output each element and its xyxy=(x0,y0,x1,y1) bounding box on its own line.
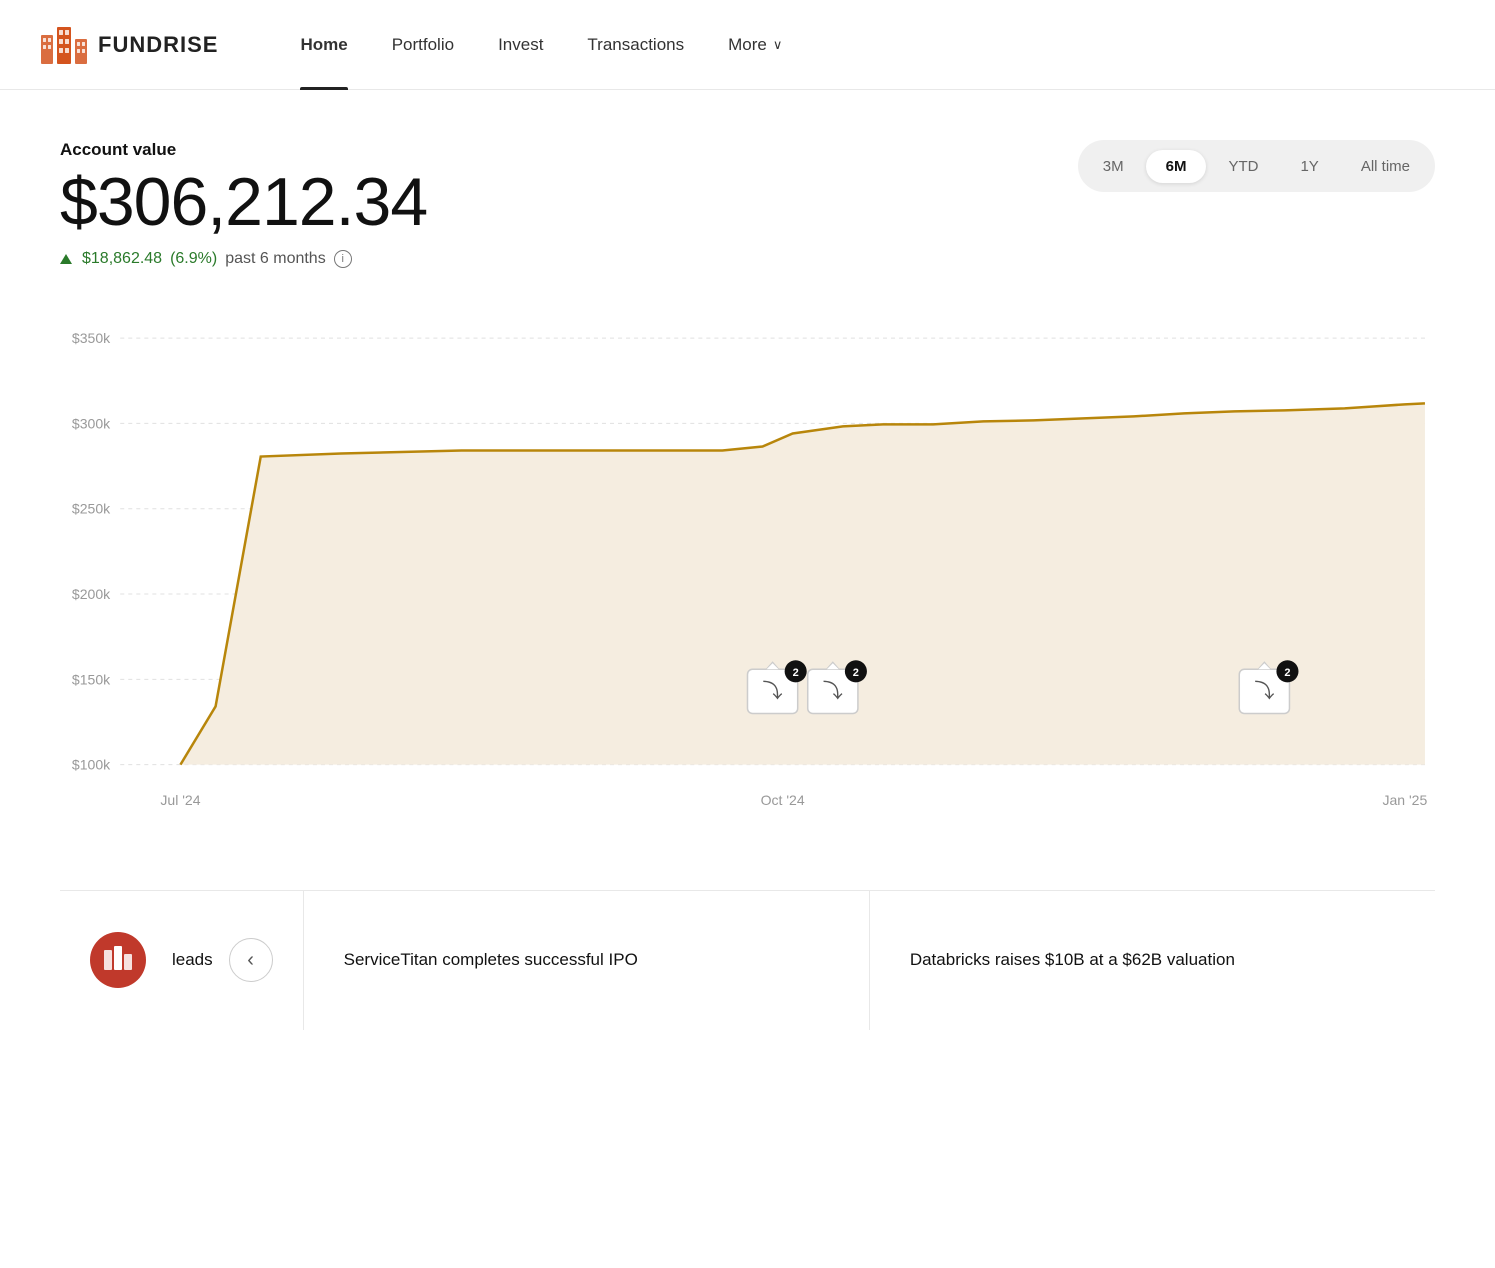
svg-text:2: 2 xyxy=(1284,667,1290,679)
navbar: FUNDRISE Home Portfolio Invest Transacti… xyxy=(0,0,1495,90)
logo-text: FUNDRISE xyxy=(98,32,218,58)
time-btn-1y[interactable]: 1Y xyxy=(1280,150,1338,183)
nav-links: Home Portfolio Invest Transactions More … xyxy=(278,0,804,90)
nav-home[interactable]: Home xyxy=(278,0,369,90)
main-content: Account value $306,212.34 $18,862.48 (6.… xyxy=(0,90,1495,1030)
account-value: $306,212.34 xyxy=(60,168,427,236)
account-header: Account value $306,212.34 $18,862.48 (6.… xyxy=(60,140,1435,268)
svg-text:Oct '24: Oct '24 xyxy=(761,792,805,808)
svg-text:$300k: $300k xyxy=(72,415,111,431)
news-item-3[interactable]: Databricks raises $10B at a $62B valuati… xyxy=(870,891,1435,1030)
logo[interactable]: FUNDRISE xyxy=(40,25,218,65)
svg-text:2: 2 xyxy=(793,667,799,679)
svg-text:$250k: $250k xyxy=(72,501,111,517)
change-pct: (6.9%) xyxy=(170,250,217,268)
account-change: $18,862.48 (6.9%) past 6 months i xyxy=(60,250,427,268)
change-period: past 6 months xyxy=(225,250,326,268)
news-prev-button[interactable]: ‹ xyxy=(229,938,273,982)
svg-text:⤵: ⤵ xyxy=(763,679,783,702)
nav-portfolio[interactable]: Portfolio xyxy=(370,0,476,90)
change-amount: $18,862.48 xyxy=(82,250,162,268)
nav-transactions[interactable]: Transactions xyxy=(565,0,706,90)
logo-icon xyxy=(40,25,88,65)
svg-text:Jan '25: Jan '25 xyxy=(1382,792,1427,808)
svg-text:$200k: $200k xyxy=(72,586,111,602)
svg-text:$100k: $100k xyxy=(72,757,111,773)
time-btn-6m[interactable]: 6M xyxy=(1146,150,1207,183)
news-item-1-text: leads xyxy=(162,948,213,972)
news-brand-icon xyxy=(102,944,134,976)
news-item-1[interactable]: leads ‹ xyxy=(60,891,304,1030)
news-strip: leads ‹ ServiceTitan completes successfu… xyxy=(60,890,1435,1030)
time-btn-3m[interactable]: 3M xyxy=(1083,150,1144,183)
svg-text:2: 2 xyxy=(853,667,859,679)
up-arrow-icon xyxy=(60,254,72,264)
svg-text:$150k: $150k xyxy=(72,671,111,687)
nav-invest[interactable]: Invest xyxy=(476,0,565,90)
account-label: Account value xyxy=(60,140,427,160)
svg-text:⤵: ⤵ xyxy=(1254,679,1274,702)
nav-more[interactable]: More ∨ xyxy=(706,0,804,90)
account-info: Account value $306,212.34 $18,862.48 (6.… xyxy=(60,140,427,268)
news-item-2-text: ServiceTitan completes successful IPO xyxy=(334,948,638,972)
svg-text:$350k: $350k xyxy=(72,330,111,346)
svg-text:⤵: ⤵ xyxy=(823,679,843,702)
chevron-down-icon: ∨ xyxy=(773,37,783,53)
time-btn-alltime[interactable]: All time xyxy=(1341,150,1430,183)
svg-text:Jul '24: Jul '24 xyxy=(160,792,200,808)
news-circle-icon xyxy=(90,932,146,988)
news-item-3-text: Databricks raises $10B at a $62B valuati… xyxy=(900,948,1235,972)
time-btn-ytd[interactable]: YTD xyxy=(1208,150,1278,183)
chart-container: $350k $300k $250k $200k $150k $100k ⤵ 2 xyxy=(60,308,1435,830)
news-item-2[interactable]: ServiceTitan completes successful IPO xyxy=(304,891,870,1030)
info-icon[interactable]: i xyxy=(334,250,352,268)
time-range-selector: 3M 6M YTD 1Y All time xyxy=(1078,140,1435,192)
account-chart: $350k $300k $250k $200k $150k $100k ⤵ 2 xyxy=(60,308,1435,830)
